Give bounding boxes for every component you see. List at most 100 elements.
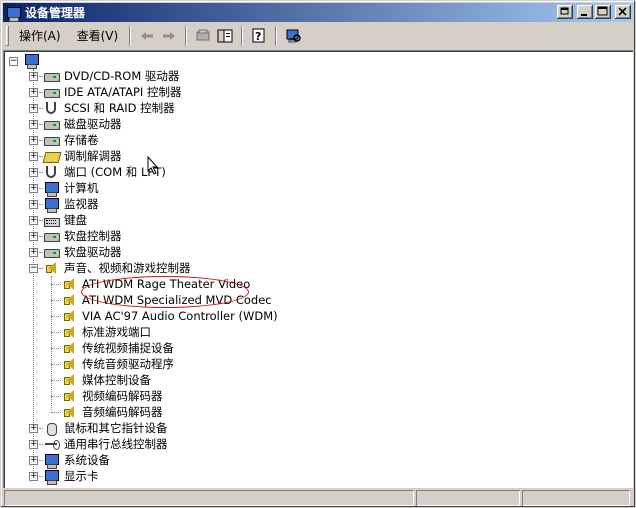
tree-category[interactable]: 显示卡 bbox=[43, 468, 101, 485]
device-tree[interactable]: − + DVD/CD-ROM 驱动器 + IDE ATA/ATAPI 控制器 + SCSI… bbox=[3, 50, 633, 488]
expand-icon[interactable]: + bbox=[29, 456, 38, 465]
tree-category[interactable]: SCSI 和 RAID 控制器 bbox=[43, 100, 177, 116]
window-title: 设备管理器 bbox=[25, 6, 86, 20]
tree-category-label: 调制解调器 bbox=[64, 149, 122, 163]
tree-device[interactable]: 传统视频捕捉设备 bbox=[61, 340, 176, 356]
title-bar[interactable]: 设备管理器 bbox=[3, 3, 633, 22]
expand-icon[interactable]: + bbox=[29, 120, 38, 129]
tree-category[interactable]: 通用串行总线控制器 bbox=[43, 436, 170, 452]
expand-icon[interactable]: + bbox=[29, 472, 38, 481]
tree-device[interactable]: VIA AC'97 Audio Controller (WDM) bbox=[61, 308, 280, 324]
tree-category[interactable]: 监视器 bbox=[43, 196, 101, 213]
tree-category-label: 声音、视频和游戏控制器 bbox=[64, 261, 191, 275]
modem-icon bbox=[43, 148, 59, 164]
tree-device[interactable]: ATI WDM Rage Theater Video bbox=[61, 276, 252, 292]
sound-device-icon bbox=[61, 292, 77, 308]
tree-category-label: 系统设备 bbox=[64, 453, 110, 467]
forward-arrow-icon[interactable] bbox=[158, 26, 180, 46]
maximize-icon[interactable] bbox=[595, 5, 611, 19]
tree-connector bbox=[51, 316, 61, 317]
expand-icon[interactable]: + bbox=[29, 168, 38, 177]
expand-icon[interactable]: + bbox=[29, 424, 38, 433]
menu-view[interactable]: 查看(V) bbox=[71, 26, 125, 46]
device-manager-icon bbox=[5, 5, 21, 22]
tree-connector bbox=[51, 364, 61, 365]
tree-category-label: DVD/CD-ROM 驱动器 bbox=[64, 69, 180, 83]
expand-icon[interactable]: + bbox=[29, 72, 38, 81]
computer-icon bbox=[43, 180, 59, 197]
sound-device-icon bbox=[61, 372, 77, 388]
toolbar-separator bbox=[129, 26, 131, 46]
tree-category-label: SCSI 和 RAID 控制器 bbox=[64, 101, 175, 115]
tree-device[interactable]: 标准游戏端口 bbox=[61, 324, 153, 340]
tree-category-label: 磁盘驱动器 bbox=[64, 117, 122, 131]
tree-category-label: 鼠标和其它指针设备 bbox=[64, 421, 168, 435]
tree-device-label: 传统视频捕捉设备 bbox=[82, 341, 174, 355]
tree-category[interactable]: 鼠标和其它指针设备 bbox=[43, 420, 170, 436]
tree-category[interactable]: 计算机 bbox=[43, 180, 101, 197]
restore-icon[interactable] bbox=[557, 5, 573, 19]
computer-properties-icon[interactable] bbox=[192, 26, 214, 46]
tree-root[interactable] bbox=[23, 52, 46, 69]
tree-category-label: 键盘 bbox=[64, 213, 87, 227]
tree-connector bbox=[51, 348, 61, 349]
close-icon[interactable] bbox=[615, 5, 631, 19]
tree-device[interactable]: 媒体控制设备 bbox=[61, 372, 153, 388]
tree-device[interactable]: 视频编码解码器 bbox=[61, 388, 165, 404]
tree-connector bbox=[51, 332, 61, 333]
menu-action[interactable]: 操作(A) bbox=[13, 26, 67, 46]
tree-category[interactable]: 软盘控制器 bbox=[43, 228, 124, 244]
tree-trunk bbox=[33, 69, 34, 481]
floppy-drive-icon bbox=[43, 244, 60, 260]
title-buttons bbox=[555, 5, 631, 19]
toolbar-grip[interactable] bbox=[6, 26, 9, 46]
mouse-icon bbox=[43, 420, 59, 436]
toolbar-separator bbox=[241, 26, 243, 46]
scan-hardware-icon[interactable] bbox=[282, 26, 304, 46]
expand-icon[interactable]: + bbox=[29, 232, 38, 241]
tree-category-label: 软盘驱动器 bbox=[64, 245, 122, 259]
system-device-icon bbox=[43, 452, 59, 469]
minimize-icon[interactable] bbox=[577, 5, 593, 19]
expand-icon[interactable]: + bbox=[29, 200, 38, 209]
collapse-icon[interactable]: − bbox=[29, 264, 38, 273]
mouse-cursor-icon bbox=[147, 156, 159, 175]
port-icon bbox=[43, 164, 59, 180]
expand-icon[interactable]: + bbox=[29, 440, 38, 449]
back-arrow-icon[interactable] bbox=[136, 26, 158, 46]
root-collapse-icon[interactable]: − bbox=[9, 57, 18, 66]
tree-category[interactable]: 磁盘驱动器 bbox=[43, 116, 124, 132]
tree-device-label: 传统音频驱动程序 bbox=[82, 357, 174, 371]
expand-icon[interactable]: + bbox=[29, 184, 38, 193]
sound-device-icon bbox=[61, 324, 77, 340]
storage-volume-icon bbox=[43, 132, 60, 148]
tree-device[interactable]: ATI WDM Specialized MVD Codec bbox=[61, 292, 274, 308]
tree-category[interactable]: DVD/CD-ROM 驱动器 bbox=[43, 68, 181, 84]
tree-category[interactable]: 系统设备 bbox=[43, 452, 112, 469]
monitor-icon bbox=[43, 196, 59, 213]
expand-icon[interactable]: + bbox=[29, 152, 38, 161]
expand-icon[interactable]: + bbox=[29, 216, 38, 225]
expand-icon[interactable]: + bbox=[29, 88, 38, 97]
expand-icon[interactable]: + bbox=[29, 248, 38, 257]
tree-category-label: 显示卡 bbox=[64, 469, 99, 483]
tree-category-label: 软盘控制器 bbox=[64, 229, 122, 243]
svg-text:?: ? bbox=[255, 30, 261, 43]
tree-category[interactable]: 键盘 bbox=[43, 212, 89, 228]
tree-category[interactable]: 调制解调器 bbox=[43, 148, 124, 164]
help-icon[interactable]: ? bbox=[248, 26, 270, 46]
expand-icon[interactable]: + bbox=[29, 104, 38, 113]
cdrom-icon bbox=[43, 68, 60, 84]
tree-category[interactable]: IDE ATA/ATAPI 控制器 bbox=[43, 84, 183, 100]
tree-view-icon[interactable] bbox=[214, 26, 236, 46]
usb-icon bbox=[43, 436, 60, 452]
tree-device[interactable]: 音频编码解码器 bbox=[61, 404, 165, 420]
tree-connector bbox=[51, 284, 61, 285]
tree-category[interactable]: 软盘驱动器 bbox=[43, 244, 124, 260]
tree-category[interactable]: 声音、视频和游戏控制器 bbox=[43, 260, 193, 276]
tree-device[interactable]: 传统音频驱动程序 bbox=[61, 356, 176, 372]
status-bar bbox=[3, 489, 633, 507]
tree-category[interactable]: 存储卷 bbox=[43, 132, 101, 148]
tree-connector bbox=[51, 380, 61, 381]
expand-icon[interactable]: + bbox=[29, 136, 38, 145]
